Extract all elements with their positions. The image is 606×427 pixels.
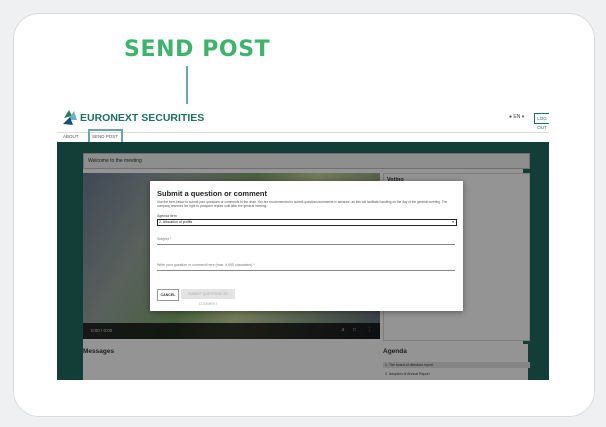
agenda-item-select[interactable]: 2. Allocation of profits ▾ [157, 219, 457, 226]
cancel-button[interactable]: CANCEL [157, 289, 179, 301]
euronext-logo-icon [63, 110, 77, 125]
agenda-item-label: Agenda item [157, 214, 177, 218]
chevron-down-icon: ▾ [521, 114, 525, 120]
callout-title: SEND POST [124, 37, 271, 62]
brand-name: EURONEXT SECURITIES [80, 112, 205, 124]
chevron-down-icon: ▾ [452, 220, 454, 224]
logout-button[interactable]: LOG OUT [534, 113, 549, 130]
globe-icon: ● [509, 114, 513, 120]
subject-field[interactable]: Subject * [157, 235, 455, 245]
app-screenshot: EURONEXT SECURITIES ● EN ▾ LOG OUT ABOUT… [57, 104, 549, 380]
nav-item-about[interactable]: ABOUT [63, 134, 79, 139]
message-placeholder: Write your question or comment here (max… [157, 263, 255, 267]
submit-button[interactable]: SUBMIT QUESTION OR COMMENT [181, 289, 235, 306]
message-field[interactable]: Write your question or comment here (max… [157, 261, 455, 271]
agenda-item-value: 2. Allocation of profits [159, 220, 193, 224]
top-bar: EURONEXT SECURITIES ● EN ▾ LOG OUT [57, 104, 549, 133]
dialog-description: Use the form below to submit your questi… [157, 200, 448, 208]
submit-question-dialog: Submit a question or comment Use the for… [150, 181, 463, 311]
language-code: EN [513, 114, 521, 120]
language-selector[interactable]: ● EN ▾ [509, 114, 524, 120]
subject-placeholder: Subject * [157, 237, 172, 241]
dialog-title: Submit a question or comment [157, 189, 268, 198]
